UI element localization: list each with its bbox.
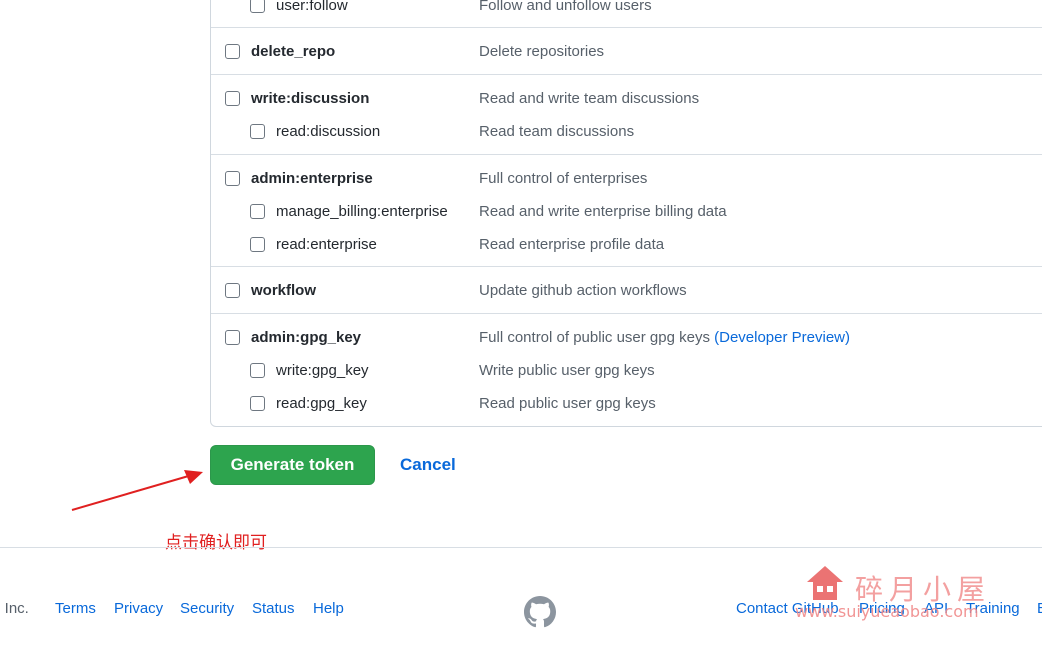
scope-description: Read public user gpg keys: [479, 395, 656, 412]
scope-row: write:gpg_key Write public user gpg keys: [211, 361, 1042, 391]
scope-name: delete_repo: [251, 43, 336, 60]
scope-group: admin:enterprise Full control of enterpri…: [211, 154, 1042, 267]
scope-description-text: Read public user gpg keys: [479, 395, 656, 412]
scope-row: user:follow Follow and unfollow users: [211, 0, 1042, 26]
scope-description: Read and write enterprise billing data: [479, 203, 727, 220]
scope-description: Read enterprise profile data: [479, 236, 664, 253]
scope-group: delete_repo Delete repositories: [211, 27, 1042, 75]
scope-description: Delete repositories: [479, 43, 604, 60]
scope-description: Read and write team discussions: [479, 90, 699, 107]
scope-checkbox[interactable]: [250, 204, 265, 219]
scope-name: manage_billing:enterprise: [276, 203, 448, 220]
scope-name: workflow: [251, 282, 317, 299]
scope-name: read:gpg_key: [276, 395, 367, 412]
scope-description-text: Full control of enterprises: [479, 170, 648, 187]
scope-checkbox[interactable]: [225, 283, 240, 298]
scope-row: workflow Update github action workflows: [211, 281, 1042, 311]
scope-group: admin:gpg_key Full control of public user…: [211, 313, 1042, 427]
scope-name: read:discussion: [276, 123, 381, 140]
scope-checkbox[interactable]: [225, 330, 240, 345]
scope-description: Full control of public user gpg keys (De…: [479, 329, 850, 346]
scope-name: write:discussion: [251, 90, 370, 107]
scope-description-text: Delete repositories: [479, 43, 605, 60]
footer-copyright: b, Inc.: [0, 600, 29, 617]
footer-link-terms[interactable]: Terms: [55, 600, 96, 617]
scope-group: workflow Update github action workflows: [211, 266, 1042, 314]
scope-group: write:discussion Read and write team disc…: [211, 74, 1042, 155]
footer-link-blog[interactable]: B: [1037, 600, 1042, 617]
generate-token-button[interactable]: Generate token: [210, 445, 375, 485]
watermark-url: www.suiyueaobao.com: [795, 602, 979, 621]
scope-description-text: Write public user gpg keys: [479, 362, 655, 379]
footer-link-status[interactable]: Status: [252, 600, 295, 617]
watermark: 碎月小屋 www.suiyueaobao.com: [795, 560, 1025, 630]
scope-name: read:enterprise: [276, 236, 377, 253]
scope-description: Full control of enterprises: [479, 170, 647, 187]
scope-row: manage_billing:enterprise Read and write …: [211, 202, 1042, 232]
scope-description-text: Update github action workflows: [479, 282, 687, 299]
scope-description-text: Read team discussions: [479, 123, 635, 140]
house-icon: [807, 566, 843, 600]
scope-description: Write public user gpg keys: [479, 362, 655, 379]
scope-description-text: Full control of public user gpg keys: [479, 329, 710, 346]
scope-checkbox[interactable]: [250, 363, 265, 378]
scope-group: user:follow Follow and unfollow users: [211, 0, 1042, 27]
scope-row: admin:enterprise Full control of enterpri…: [211, 169, 1042, 199]
footer-link-help[interactable]: Help: [313, 600, 344, 617]
footer-link-privacy[interactable]: Privacy: [114, 600, 163, 617]
scope-description: Read team discussions: [479, 123, 634, 140]
github-mark-icon[interactable]: [524, 596, 556, 628]
scope-name: write:gpg_key: [276, 362, 369, 379]
scopes-list: user:follow Follow and unfollow users dele…: [210, 0, 1042, 427]
scope-checkbox[interactable]: [250, 396, 265, 411]
scope-row: write:discussion Read and write team disc…: [211, 89, 1042, 119]
scope-row: delete_repo Delete repositories: [211, 42, 1042, 72]
scope-row: read:discussion Read team discussions: [211, 122, 1042, 152]
scope-description-text: Read and write team discussions: [479, 90, 700, 107]
scope-checkbox[interactable]: [250, 124, 265, 139]
scope-checkbox[interactable]: [225, 44, 240, 59]
scope-checkbox[interactable]: [225, 91, 240, 106]
scope-checkbox[interactable]: [250, 237, 265, 252]
scope-description: Update github action workflows: [479, 282, 687, 299]
scope-row: read:gpg_key Read public user gpg keys: [211, 394, 1042, 424]
footer-link-security[interactable]: Security: [180, 600, 234, 617]
scope-name: user:follow: [276, 0, 348, 14]
developer-preview-link[interactable]: (Developer Preview): [714, 329, 850, 346]
scope-description-text: Read and write enterprise billing data: [479, 203, 727, 220]
annotation-note: 点击确认即可: [165, 533, 267, 553]
scope-description: Follow and unfollow users: [479, 0, 652, 14]
scope-description-text: Follow and unfollow users: [479, 0, 652, 14]
red-arrow-annotation: [71, 470, 203, 511]
scope-checkbox[interactable]: [225, 171, 240, 186]
scope-row: admin:gpg_key Full control of public user…: [211, 328, 1042, 358]
scope-checkbox[interactable]: [250, 0, 265, 13]
cancel-link[interactable]: Cancel: [400, 455, 456, 475]
scope-row: read:enterprise Read enterprise profile d…: [211, 235, 1042, 265]
scope-name: admin:enterprise: [251, 170, 373, 187]
scope-description-text: Read enterprise profile data: [479, 236, 665, 253]
footer-divider: [0, 547, 1042, 548]
scope-name: admin:gpg_key: [251, 329, 362, 346]
